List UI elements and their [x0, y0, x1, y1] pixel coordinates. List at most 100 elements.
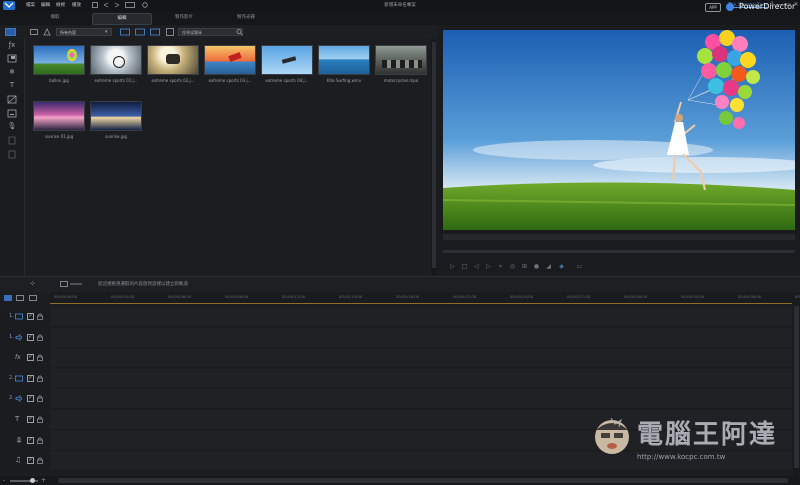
library-item[interactable]: extreme sports 01.j...	[90, 45, 142, 83]
library-search-input[interactable]: 搜尋媒體庫	[178, 28, 243, 36]
undo-icon[interactable]	[103, 2, 109, 8]
track-lane[interactable]	[50, 368, 792, 389]
track-enable-checkbox[interactable]: ✓	[27, 374, 34, 382]
lock-icon[interactable]	[37, 395, 43, 403]
track-manager-icon[interactable]	[16, 295, 24, 301]
library-filter-dropdown[interactable]: 所有內容	[56, 28, 112, 36]
media-room-button[interactable]	[5, 28, 16, 36]
track-enable-checkbox[interactable]: ✓	[27, 354, 34, 362]
search-icon[interactable]	[236, 28, 243, 36]
track-enable-checkbox[interactable]: ✓	[27, 395, 34, 403]
subtitle-room-icon[interactable]	[7, 109, 17, 118]
fx-room-icon[interactable]: ƒx	[7, 41, 17, 50]
zoom-slider-handle[interactable]	[30, 478, 35, 483]
audio-mixing-room-icon[interactable]	[7, 150, 17, 159]
track-enable-checkbox[interactable]: ✓	[27, 333, 34, 341]
track-enable-checkbox[interactable]: ✓	[27, 313, 34, 320]
library-item[interactable]: ballon.jpg	[33, 45, 85, 83]
preview-scrub-bar[interactable]	[443, 250, 795, 253]
stop-icon[interactable]: □	[461, 263, 468, 270]
timeline-mode-icon[interactable]	[60, 281, 84, 287]
plugin-icon[interactable]	[43, 28, 51, 36]
preview-window[interactable]	[443, 30, 795, 230]
track-enable-checkbox[interactable]: ✓	[27, 457, 34, 465]
lock-icon[interactable]	[37, 457, 43, 465]
snapshot-icon[interactable]: ◎	[509, 263, 516, 270]
track-lane[interactable]	[50, 327, 792, 348]
zoom-in-icon[interactable]: +	[41, 477, 46, 484]
view-mode-icon[interactable]	[166, 28, 174, 36]
thumbnail-sunrise-blue[interactable]	[90, 101, 142, 131]
timeline-track[interactable]: 2. ✓	[0, 389, 800, 410]
lock-icon[interactable]	[37, 354, 43, 362]
thumbnail-motocross[interactable]	[147, 45, 199, 75]
track-lane[interactable]	[50, 389, 792, 410]
track-lane[interactable]	[50, 348, 792, 369]
menu-view[interactable]: 檢視	[56, 2, 65, 8]
settings-gear-icon[interactable]	[142, 2, 148, 8]
timeline-tool-icon[interactable]: ⊹	[30, 281, 38, 287]
tab-capture[interactable]: 擷取	[26, 13, 84, 23]
menu-edit[interactable]: 編輯	[41, 2, 50, 8]
lock-icon[interactable]	[37, 375, 43, 382]
thumbnail-motorcycles[interactable]	[375, 45, 427, 75]
track-lane[interactable]	[50, 307, 792, 327]
tab-edit[interactable]: 編輯	[92, 13, 152, 25]
previous-frame-icon[interactable]: ◁	[473, 263, 480, 270]
timeline-track[interactable]: 1. ✓	[0, 307, 800, 327]
timeline-vertical-scroll-thumb[interactable]	[794, 306, 799, 468]
track-settings-icon[interactable]	[29, 295, 37, 301]
redo-icon[interactable]	[114, 2, 120, 8]
lock-icon[interactable]	[37, 313, 43, 320]
volume-icon[interactable]: ◢	[545, 263, 552, 270]
undock-preview-icon[interactable]: ▭	[576, 263, 583, 270]
transition-room-icon[interactable]	[7, 95, 17, 104]
app-badge[interactable]: APP	[705, 3, 721, 12]
timeline-track[interactable]: 2. ✓	[0, 368, 800, 389]
screen-icon[interactable]	[125, 2, 135, 8]
video-filter-icon[interactable]	[120, 28, 130, 36]
image-filter-icon[interactable]	[135, 28, 145, 36]
save-icon[interactable]	[92, 2, 98, 8]
library-item[interactable]: extreme sports 03.j...	[204, 45, 256, 83]
play-icon[interactable]: ▷	[449, 263, 456, 270]
library-item[interactable]: extreme sports 04.j...	[261, 45, 313, 83]
library-item[interactable]: sunrise.jpg	[90, 101, 142, 139]
thumbnail-bmx[interactable]	[90, 45, 142, 75]
library-scroll-thumb[interactable]	[432, 42, 436, 268]
library-item[interactable]: Kite Surfing.wmv	[318, 45, 370, 83]
tab-create-disc[interactable]: 製作光碟	[217, 13, 275, 23]
timeline-track[interactable]: fx ✓	[0, 348, 800, 369]
thumbnail-skydive[interactable]	[261, 45, 313, 75]
3d-mode-icon[interactable]: ◈	[558, 263, 565, 270]
zoom-out-icon[interactable]: -	[3, 477, 5, 484]
title-room-icon[interactable]: T	[7, 81, 17, 90]
chapter-room-icon[interactable]	[7, 136, 17, 145]
audio-filter-icon[interactable]	[150, 28, 160, 36]
thumbnail-sea[interactable]	[318, 45, 370, 75]
menu-playback[interactable]: 播放	[72, 2, 81, 8]
thumbnail-balloons[interactable]	[33, 45, 85, 75]
thumbnail-kite-sunset[interactable]	[204, 45, 256, 75]
tab-produce[interactable]: 製作影片	[155, 13, 213, 23]
import-icon[interactable]	[30, 28, 38, 36]
fast-forward-icon[interactable]: »	[497, 263, 504, 270]
track-view-icon[interactable]	[4, 295, 12, 301]
timeline-horizontal-scroll-thumb[interactable]	[58, 478, 788, 483]
menu-file[interactable]: 檔案	[26, 2, 35, 8]
lock-icon[interactable]	[37, 437, 43, 444]
voice-room-icon[interactable]: 🎙	[7, 122, 17, 131]
record-icon[interactable]: ●	[533, 263, 540, 270]
library-item[interactable]: sunrise 01.jpg	[33, 101, 85, 139]
particle-room-icon[interactable]: ❄	[7, 68, 17, 77]
library-item[interactable]: motorcycles.mpo	[375, 45, 427, 83]
track-enable-checkbox[interactable]: ✓	[27, 416, 34, 423]
timeline-track[interactable]: 1. ✓	[0, 327, 800, 348]
next-frame-icon[interactable]: ▷	[485, 263, 492, 270]
pip-room-icon[interactable]	[7, 54, 17, 63]
lock-icon[interactable]	[37, 334, 43, 341]
track-enable-checkbox[interactable]: ✓	[27, 436, 34, 444]
library-item[interactable]: extreme sports 02.j...	[147, 45, 199, 83]
dock-icon[interactable]: ⊞	[521, 263, 528, 270]
lock-icon[interactable]	[37, 416, 43, 423]
